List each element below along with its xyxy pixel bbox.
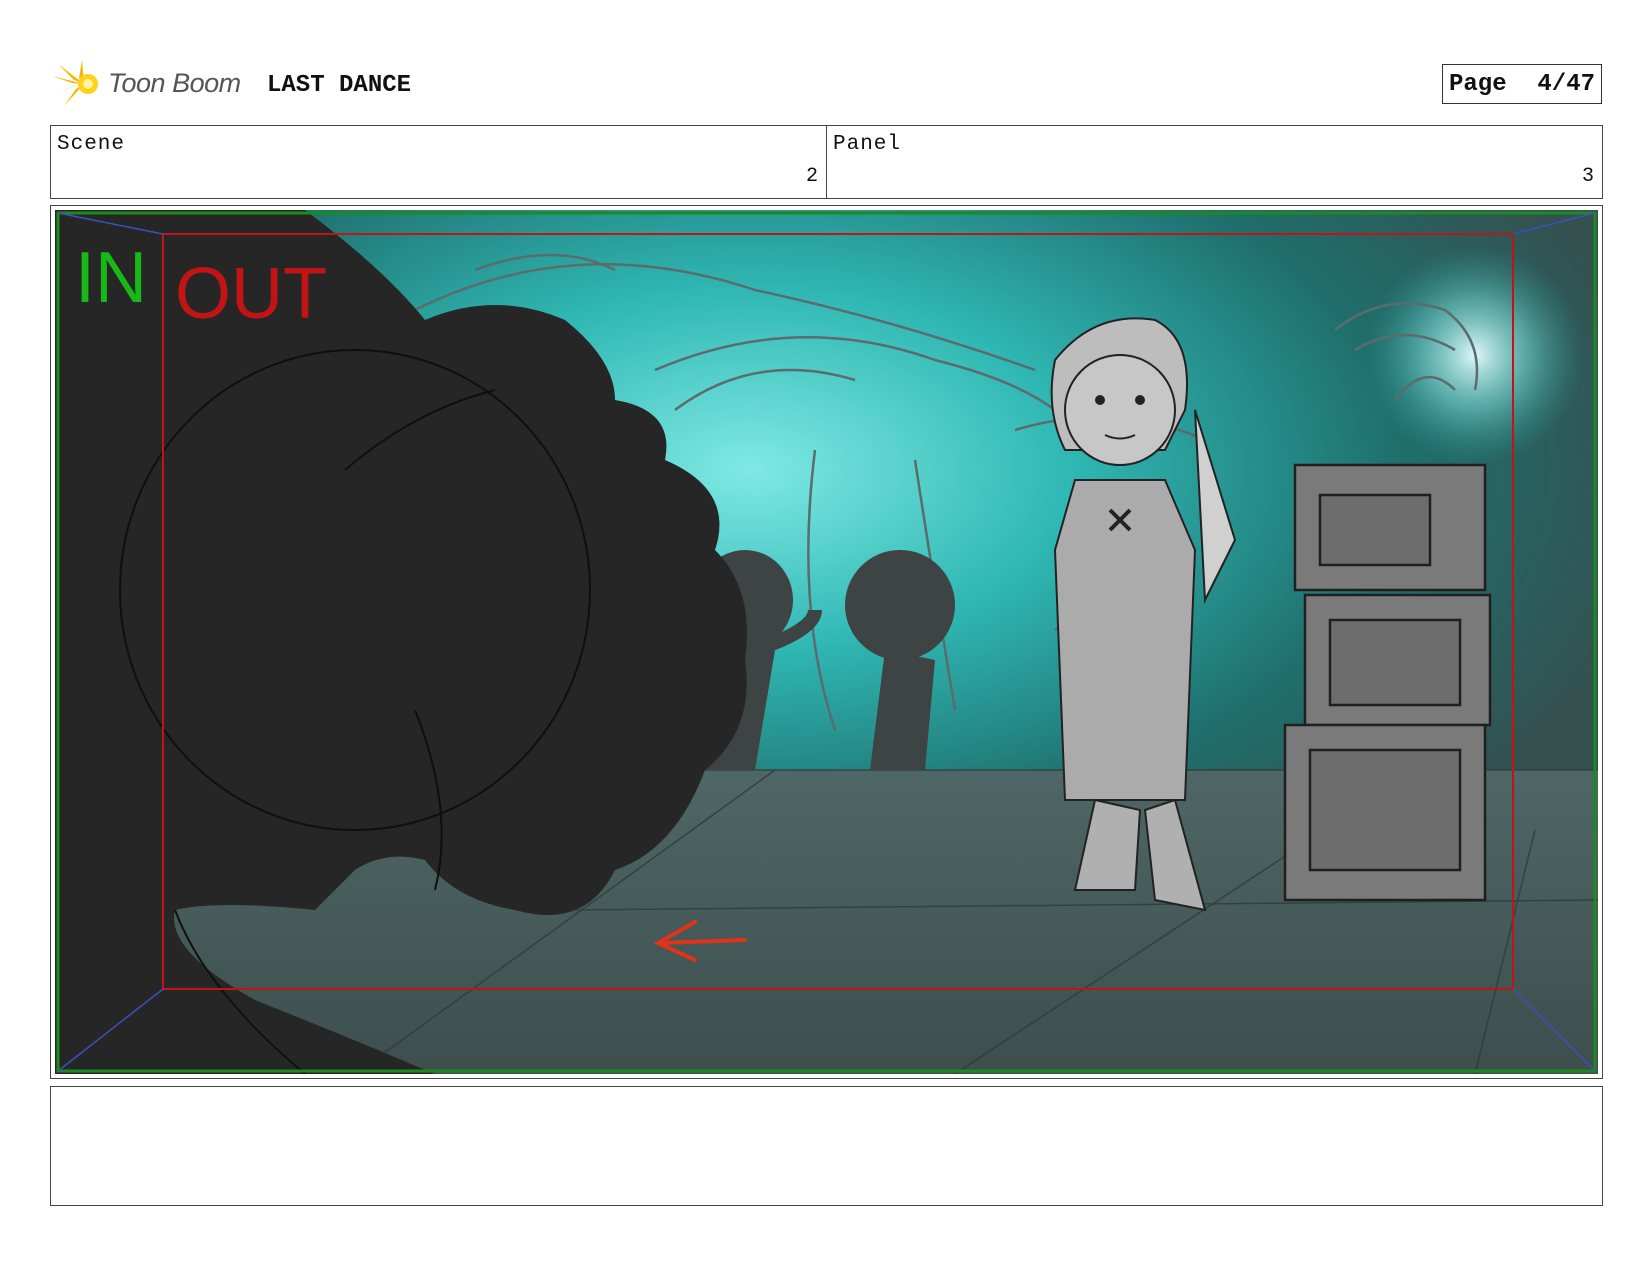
scene-label: Scene	[57, 133, 126, 156]
page-label: Page	[1449, 70, 1507, 98]
scene-panel-row: Scene 2 Panel 3	[50, 125, 1603, 199]
scene-number: 2	[805, 165, 818, 188]
panel-artwork: IN OUT	[55, 210, 1598, 1074]
panel-label: Panel	[833, 133, 902, 156]
page-number: 4/47	[1537, 70, 1595, 98]
out-label: OUT	[175, 254, 327, 334]
storyboard-panel: IN OUT	[50, 205, 1603, 1079]
logo-text: Toon Boom	[108, 68, 241, 98]
scene-cell: Scene 2	[51, 126, 826, 198]
page-indicator: Page 4/47	[1442, 64, 1602, 104]
project-title: LAST DANCE	[267, 72, 412, 99]
panel-cell: Panel 3	[826, 126, 1602, 198]
toon-boom-logo-icon	[52, 60, 98, 106]
panel-number: 3	[1581, 165, 1594, 188]
in-label: IN	[75, 238, 147, 318]
notes-box	[50, 1086, 1603, 1206]
stacked-boxes	[1283, 463, 1492, 902]
